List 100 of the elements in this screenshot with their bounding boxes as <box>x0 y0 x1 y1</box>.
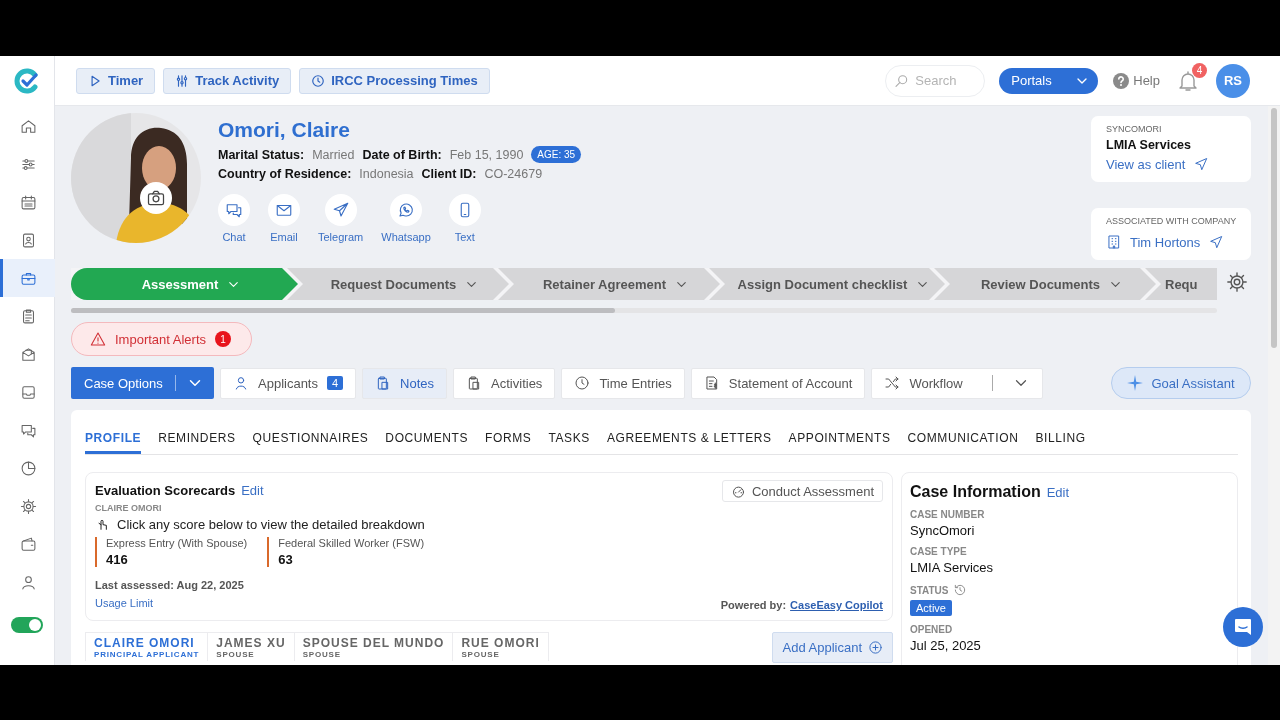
view-as-client-link[interactable]: View as client <box>1106 156 1239 172</box>
settings-icon <box>1226 271 1248 293</box>
sliders-icon <box>175 73 190 88</box>
last-assessed-text: Last assessed: Aug 22, 2025 <box>95 579 245 591</box>
card-caption: ASSOCIATED WITH COMPANY <box>1106 216 1238 226</box>
settings-icon <box>20 497 37 515</box>
workflow-stage[interactable]: Request Documents <box>287 268 509 300</box>
building-icon <box>1106 234 1122 250</box>
paper-plane-icon <box>1208 234 1225 250</box>
card-title: Evaluation Scorecards <box>95 483 236 498</box>
contact-card-icon <box>20 231 37 249</box>
status-badge: Active <box>910 600 952 616</box>
card-title: Case Information <box>910 483 1041 501</box>
toggle-switch[interactable] <box>11 617 43 633</box>
alert-count-badge: 1 <box>215 331 232 347</box>
package-icon <box>20 345 37 363</box>
profile-tab[interactable]: BILLING <box>1035 431 1086 454</box>
inbox-icon <box>20 383 37 401</box>
user-avatar[interactable]: RS <box>1216 63 1250 98</box>
profile-tab[interactable]: FORMS <box>485 431 532 454</box>
chat-launcher-button[interactable] <box>1223 607 1263 647</box>
edit-link[interactable]: Edit <box>1046 484 1070 500</box>
hint-text: Click any score below to view the detailed breakdown <box>117 516 425 532</box>
action-button[interactable]: Statement of Account <box>690 367 866 399</box>
action-button[interactable]: Activities <box>453 367 556 399</box>
contact-button[interactable]: Telegram <box>318 194 364 243</box>
profile-tab[interactable]: PROFILE <box>85 431 142 454</box>
home-icon <box>20 117 37 135</box>
plus-circle-icon <box>868 640 883 655</box>
info-label: Country of Residence: <box>218 167 352 181</box>
field-value: LMIA Services <box>910 560 995 575</box>
clock-icon <box>311 73 326 88</box>
profile-tab[interactable]: APPOINTMENTS <box>788 431 891 454</box>
field-value: Jul 25, 2025 <box>910 638 982 653</box>
case-title: LMIA Services <box>1106 138 1192 152</box>
info-label: Marital Status: <box>218 147 305 162</box>
workflow-stage[interactable]: Requ <box>1145 268 1217 300</box>
contact-button[interactable]: Whatsapp <box>381 194 431 243</box>
action-button[interactable]: Applicants 4 <box>220 367 357 399</box>
toolbar-button[interactable]: IRCC Processing Times <box>299 67 490 94</box>
score-value[interactable]: 63 <box>278 552 425 567</box>
search-field[interactable]: Search <box>885 64 986 97</box>
action-button[interactable]: Workflow <box>871 367 1043 399</box>
profile-tab[interactable]: REMINDERS <box>158 431 236 454</box>
camera-icon <box>146 188 166 208</box>
edit-link[interactable]: Edit <box>241 483 264 498</box>
pie-chart-icon <box>20 459 37 477</box>
copilot-link[interactable]: CaseEasy Copilot <box>790 599 883 611</box>
score-value[interactable]: 416 <box>106 552 248 567</box>
toolbar-button[interactable]: Track Activity <box>163 67 292 94</box>
warning-icon <box>90 331 106 347</box>
info-value: Feb 15, 1990 <box>449 147 524 162</box>
age-badge: AGE: 35 <box>531 146 582 163</box>
wallet-icon <box>20 535 37 553</box>
person-icon <box>233 375 249 391</box>
field-label: CASE NUMBER <box>910 509 985 520</box>
notification-badge: 4 <box>1192 62 1207 78</box>
app-logo[interactable] <box>14 68 40 94</box>
toolbar-button[interactable]: Timer <box>76 67 156 94</box>
clipboard-icon <box>20 307 37 325</box>
powered-by-label: Powered by: <box>720 599 787 611</box>
workflow-stage[interactable]: Review Documents <box>934 268 1156 300</box>
action-button[interactable]: Time Entries <box>561 367 685 399</box>
score-label: Federal Skilled Worker (FSW) <box>278 537 425 549</box>
workflow-stage[interactable]: Retainer Agreement <box>498 268 720 300</box>
vertical-scrollbar[interactable] <box>1268 106 1280 665</box>
person-name: CLAIRE OMORI <box>95 503 163 513</box>
info-label: Client ID: <box>421 167 477 181</box>
add-applicant-button[interactable]: Add Applicant <box>772 632 893 663</box>
chat-icon <box>225 201 243 219</box>
sidebar-item[interactable] <box>0 259 55 297</box>
user-icon <box>20 573 37 591</box>
portals-dropdown[interactable]: Portals <box>999 67 1099 94</box>
profile-tab[interactable]: TASKS <box>548 431 590 454</box>
help-icon <box>1113 72 1130 89</box>
profile-tab[interactable]: AGREEMENTS & LETTERS <box>606 431 772 454</box>
info-label: Date of Birth: <box>362 147 442 162</box>
conduct-assessment-button[interactable]: Conduct Assessment <box>721 480 883 502</box>
clock-icon <box>574 375 591 391</box>
profile-tab[interactable]: DOCUMENTS <box>385 431 469 454</box>
horizontal-scrollbar[interactable] <box>71 308 1217 313</box>
shuffle-icon <box>884 375 901 391</box>
important-alerts-button[interactable]: Important Alerts 1 <box>71 322 253 356</box>
field-value: SyncOmori <box>910 523 976 538</box>
calendar-icon <box>20 193 37 211</box>
info-value: CO-24679 <box>484 167 543 181</box>
action-button[interactable]: Notes <box>362 367 448 399</box>
help-link[interactable]: Help <box>1113 72 1160 89</box>
case-options-button[interactable]: Case Options <box>71 367 214 399</box>
profile-tab[interactable]: QUESTIONNAIRES <box>252 431 369 454</box>
workflow-stage[interactable]: Assessment <box>71 268 298 300</box>
workflow-stage[interactable]: Assign Document checklist <box>709 268 945 300</box>
whatsapp-icon <box>397 201 415 219</box>
field-label: STATUS <box>910 584 949 596</box>
profile-tab[interactable]: COMMUNICATION <box>907 431 1019 454</box>
play-icon <box>88 73 102 88</box>
company-link[interactable]: Tim Hortons <box>1106 234 1239 250</box>
goal-assistant-button[interactable]: Goal Assistant <box>1111 367 1251 399</box>
usage-limit-link[interactable]: Usage Limit <box>95 597 154 609</box>
gauge-icon <box>730 483 746 499</box>
